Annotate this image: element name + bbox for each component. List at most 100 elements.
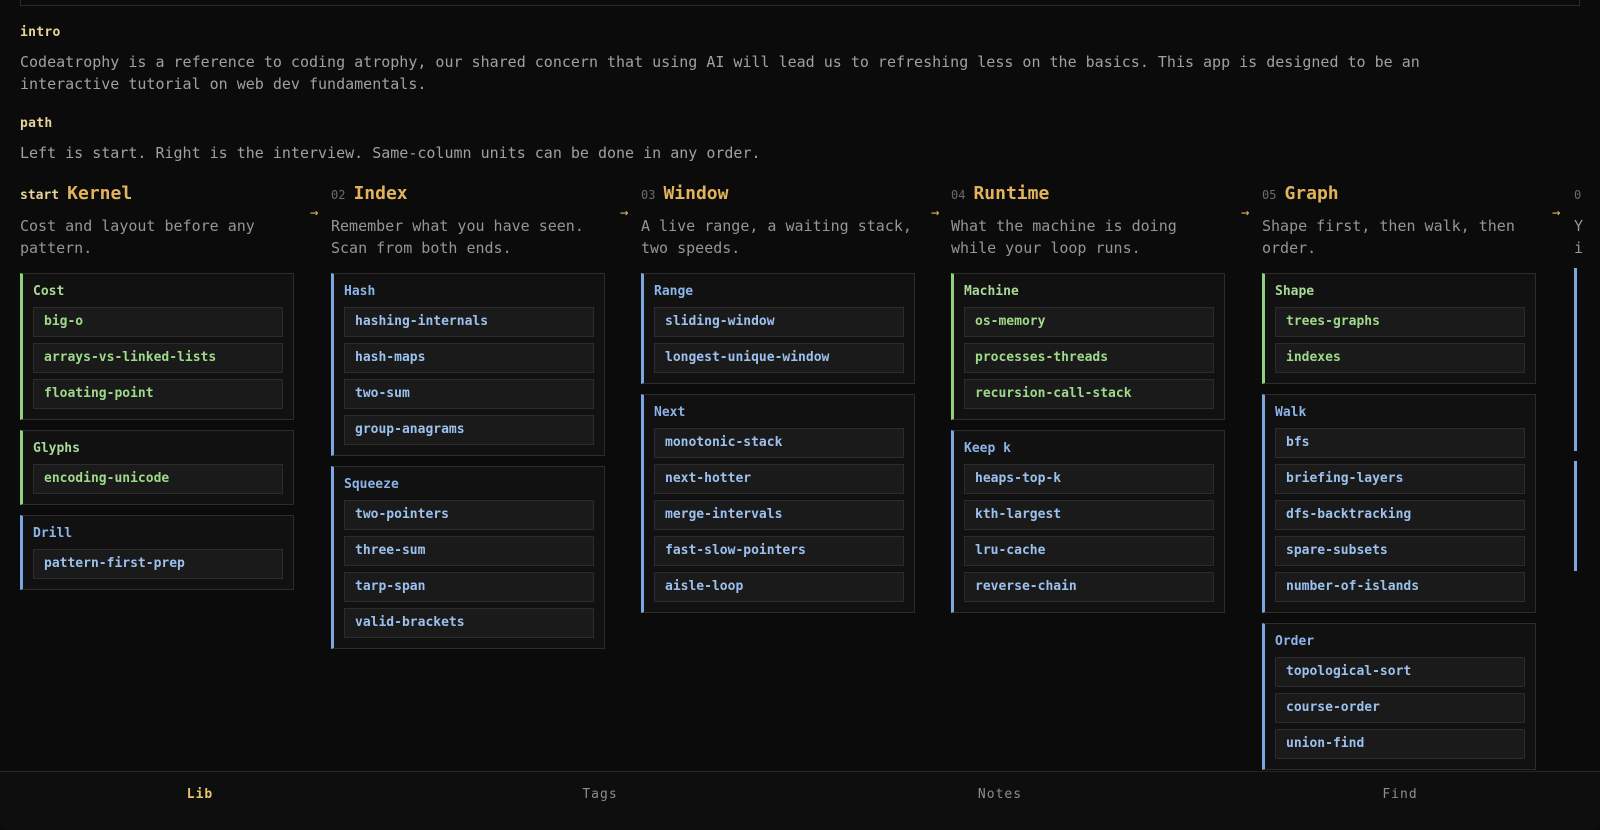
unit-item[interactable]: two-sum [344, 379, 594, 409]
unit-item[interactable]: merge-intervals [654, 500, 904, 530]
unit-item[interactable]: dfs-backtracking [1275, 500, 1525, 530]
column-runtime: 04 Runtime What the machine is doing while … [951, 183, 1225, 623]
next-column-group-edge [1574, 461, 1577, 571]
unit-item[interactable]: longest-unique-window [654, 343, 904, 373]
unit-item[interactable]: processes-threads [964, 343, 1214, 373]
column-title: Runtime [973, 183, 1050, 204]
group-title: Keep k [964, 441, 1011, 456]
nav-tags[interactable]: Tags [400, 787, 800, 802]
arrow-right-icon: → [310, 205, 319, 221]
unit-item[interactable]: hash-maps [344, 343, 594, 373]
group-title: Next [654, 405, 686, 420]
unit-group-hash: Hash hashing-internals hash-maps two-sum gro… [331, 273, 605, 456]
column-description-line: two speeds. [641, 239, 741, 257]
top-container-edge [20, 0, 1580, 6]
column-number: 04 [951, 188, 966, 202]
unit-group-range: Range sliding-window longest-unique-window [641, 273, 915, 384]
unit-group-drill: Drill pattern-first-prep [20, 515, 294, 590]
unit-item[interactable]: bfs [1275, 428, 1525, 458]
unit-item[interactable]: briefing-layers [1275, 464, 1525, 494]
arrow-right-icon: → [1241, 205, 1250, 221]
unit-item[interactable]: sliding-window [654, 307, 904, 337]
unit-item[interactable]: two-pointers [344, 500, 594, 530]
arrow-right-icon: → [1552, 205, 1561, 221]
arrow-right-icon: → [931, 205, 940, 221]
column-title: Graph [1284, 183, 1339, 204]
unit-item[interactable]: monotonic-stack [654, 428, 904, 458]
unit-item[interactable]: arrays-vs-linked-lists [33, 343, 283, 373]
unit-item[interactable]: course-order [1275, 693, 1525, 723]
column-kernel: start Kernel Cost and layout before any pat… [20, 183, 294, 600]
unit-group-shape: Shape trees-graphs indexes [1262, 273, 1536, 384]
unit-group-keep-k: Keep k heaps-top-k kth-largest lru-cache rev… [951, 430, 1225, 613]
nav-find[interactable]: Find [1200, 787, 1600, 802]
unit-group-machine: Machine os-memory processes-threads recursi… [951, 273, 1225, 420]
unit-item[interactable]: pattern-first-prep [33, 549, 283, 579]
group-title: Machine [964, 284, 1019, 299]
unit-group-order: Order topological-sort course-order union-f… [1262, 623, 1536, 770]
unit-item[interactable]: fast-slow-pointers [654, 536, 904, 566]
column-description-line: A live range, a waiting stack, [641, 217, 912, 235]
unit-item[interactable]: floating-point [33, 379, 283, 409]
unit-group-walk: Walk bfs briefing-layers dfs-backtracking sp… [1262, 394, 1536, 613]
unit-item[interactable]: aisle-loop [654, 572, 904, 602]
unit-group-cost: Cost big-o arrays-vs-linked-lists floating-… [20, 273, 294, 420]
nav-notes[interactable]: Notes [800, 787, 1200, 802]
column-description-line: Scan from both ends. [331, 239, 512, 257]
intro-label: intro [20, 25, 61, 40]
unit-item[interactable]: group-anagrams [344, 415, 594, 445]
unit-item[interactable]: union-find [1275, 729, 1525, 759]
column-header: 03 Window [641, 183, 915, 207]
unit-item[interactable]: three-sum [344, 536, 594, 566]
unit-item[interactable]: heaps-top-k [964, 464, 1214, 494]
column-description-line: Shape first, then walk, then [1262, 217, 1515, 235]
column-number: 02 [331, 188, 346, 202]
unit-item[interactable]: indexes [1275, 343, 1525, 373]
group-title: Shape [1275, 284, 1315, 299]
unit-group-glyphs: Glyphs encoding-unicode [20, 430, 294, 505]
unit-item[interactable]: spare-subsets [1275, 536, 1525, 566]
group-title: Hash [344, 284, 376, 299]
unit-item[interactable]: topological-sort [1275, 657, 1525, 687]
bottom-nav: Lib Tags Notes Find [0, 771, 1600, 830]
column-description: What the machine is doing while your loop… [951, 215, 1225, 259]
unit-item[interactable]: recursion-call-stack [964, 379, 1214, 409]
path-text: Left is start. Right is the interview. S… [20, 144, 761, 162]
unit-item[interactable]: hashing-internals [344, 307, 594, 337]
group-title: Cost [33, 284, 65, 299]
column-header: start Kernel [20, 183, 294, 207]
nav-lib[interactable]: Lib [0, 787, 400, 802]
unit-item[interactable]: big-o [33, 307, 283, 337]
column-header: 02 Index [331, 183, 605, 207]
next-column-group-edge [1574, 268, 1577, 451]
unit-item[interactable]: trees-graphs [1275, 307, 1525, 337]
app-frame: intro Codeatrophy is a reference to codi… [0, 0, 1600, 830]
unit-item[interactable]: number-of-islands [1275, 572, 1525, 602]
unit-item[interactable]: valid-brackets [344, 608, 594, 638]
unit-item[interactable]: reverse-chain [964, 572, 1214, 602]
column-number: start [20, 188, 60, 203]
column-description: A live range, a waiting stack, two speeds… [641, 215, 915, 259]
column-description-line: while your loop runs. [951, 239, 1141, 257]
column-description-line: order. [1262, 239, 1317, 257]
column-number: 03 [641, 188, 656, 202]
column-description-line: What the machine is doing [951, 217, 1177, 235]
unit-item[interactable]: kth-largest [964, 500, 1214, 530]
column-description-line: Cost and layout before any [20, 217, 255, 235]
group-title: Drill [33, 526, 73, 541]
group-title: Glyphs [33, 441, 80, 456]
group-title: Order [1275, 634, 1315, 649]
column-description: Cost and layout before any pattern. [20, 215, 294, 259]
column-description: Remember what you have seen. Scan from bo… [331, 215, 605, 259]
next-column-peek: 0 Y i [1574, 183, 1600, 259]
column-title: Kernel [67, 183, 133, 204]
unit-item[interactable]: os-memory [964, 307, 1214, 337]
unit-item[interactable]: next-hotter [654, 464, 904, 494]
column-window: 03 Window A live range, a waiting stack, tw… [641, 183, 915, 623]
unit-item[interactable]: encoding-unicode [33, 464, 283, 494]
column-description-line: pattern. [20, 239, 93, 257]
column-header: 05 Graph [1262, 183, 1536, 207]
unit-item[interactable]: tarp-span [344, 572, 594, 602]
group-title: Walk [1275, 405, 1307, 420]
unit-item[interactable]: lru-cache [964, 536, 1214, 566]
